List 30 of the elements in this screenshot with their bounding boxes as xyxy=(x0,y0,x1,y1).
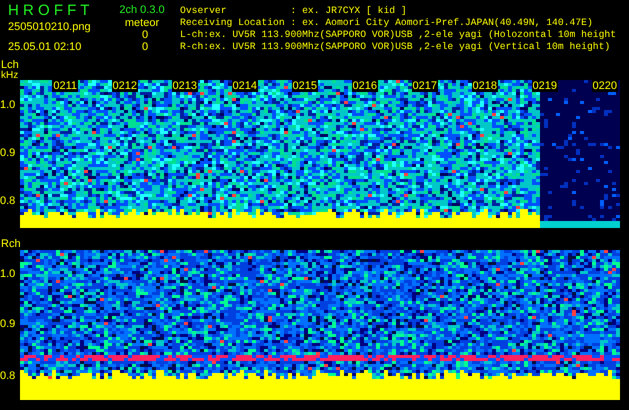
meteor-label: meteor xyxy=(124,17,160,29)
file-name: 2505010210.png xyxy=(8,21,92,34)
axis-label: 0.9 xyxy=(0,319,16,330)
info-line: Ovserver : ex. JR7CYX [ kid ] xyxy=(180,5,408,17)
channel-label: Rch xyxy=(1,239,21,250)
version-label: 2ch 0.3.0 xyxy=(119,4,165,17)
time-label: 0216 xyxy=(352,80,378,92)
axis-label: 0.8 xyxy=(0,371,16,382)
time-label: 0212 xyxy=(112,80,138,92)
meteor-count: 0 xyxy=(140,41,148,53)
app-title: H R O F F T xyxy=(8,2,90,19)
time-label: 0215 xyxy=(292,80,318,92)
time-label: 0217 xyxy=(412,80,438,92)
time-label: 0214 xyxy=(232,80,258,92)
time-label: 0219 xyxy=(532,80,558,92)
info-line: L-ch:ex. UV5R 113.900Mhz(SAPPORO VOR)USB ,2-ele yagi (Holozontal 10m height xyxy=(180,29,616,41)
time-label: 0220 xyxy=(592,80,618,92)
axis-label: 1.0 xyxy=(0,100,16,111)
info-line: R-ch:ex. UV5R 113.900Mhz(SAPPORO VOR)USB ,2-ele yagi (Vertical 10m height) xyxy=(180,41,612,53)
timestamp: 25.05.01 02:10 xyxy=(8,41,82,54)
axis-label: 0.8 xyxy=(0,196,16,207)
time-label: 0218 xyxy=(472,80,498,92)
time-label: 0213 xyxy=(172,80,198,92)
axis-label: 1.0 xyxy=(0,269,16,280)
info-line: Receiving Location : ex. Aomori City Aomori-Pref.JAPAN(40.49N, 140.47E) xyxy=(180,17,594,29)
channel-label: Lch xyxy=(1,60,19,71)
axis-label: 0.9 xyxy=(0,148,16,159)
time-label: 0211 xyxy=(52,80,78,92)
meteor-count: 0 xyxy=(140,29,148,41)
unit-label: kHz xyxy=(1,71,18,80)
